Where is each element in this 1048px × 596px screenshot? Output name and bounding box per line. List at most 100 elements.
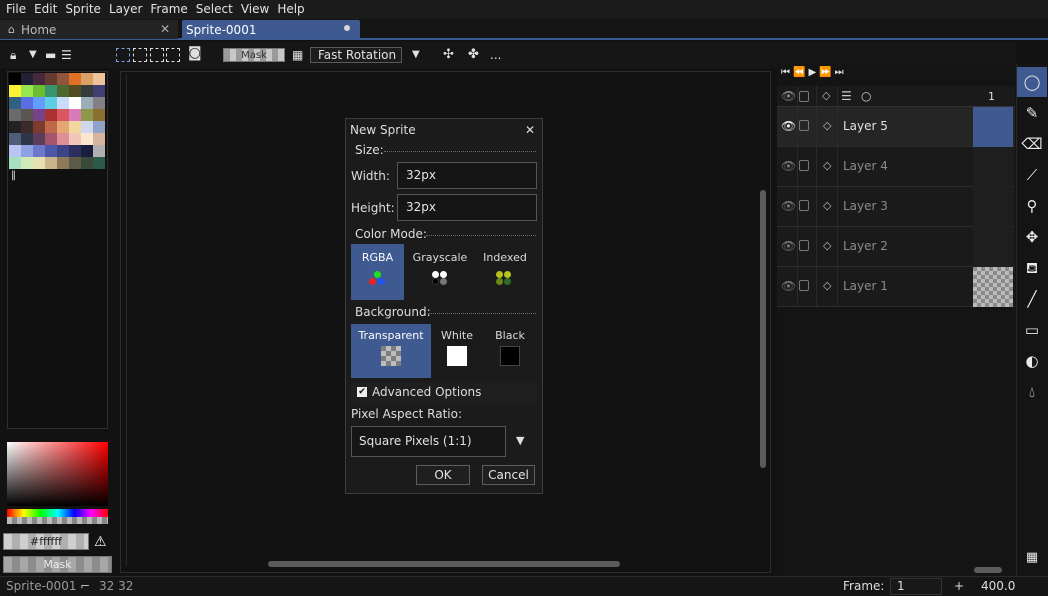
new-palette-icon[interactable]: ▬ [45,48,56,62]
pivot-icon[interactable]: ▦ [292,48,303,62]
chevron-down-icon[interactable]: ▼ [516,434,524,447]
palette-swatch[interactable] [45,133,57,145]
continuous-icon[interactable]: ◇ [823,159,831,172]
lock-icon[interactable] [799,120,809,131]
palette-swatch[interactable] [21,97,33,109]
palette-swatch[interactable] [45,97,57,109]
eye-icon[interactable]: 👁︎ [781,199,796,213]
close-icon[interactable]: ✕ [525,123,535,137]
palette-swatch[interactable] [81,145,93,157]
palette-swatch[interactable] [21,121,33,133]
continuous-icon[interactable]: ◇ [823,279,831,292]
palette-options-icon[interactable]: ☰ [61,48,72,62]
close-icon[interactable]: ✕ [160,22,170,36]
palette-swatch[interactable] [57,97,69,109]
move-tool-icon[interactable]: ✥ [1017,222,1047,252]
line-tool-icon[interactable]: ╱ [1017,284,1047,314]
palette-swatch[interactable] [81,85,93,97]
palette-swatch[interactable] [93,109,105,121]
palette-swatch[interactable] [9,133,21,145]
menu-file[interactable]: File [2,0,30,19]
palette-swatch[interactable] [57,121,69,133]
palette-swatch[interactable] [21,157,33,169]
palette-swatch[interactable] [69,157,81,169]
pencil-tool-icon[interactable]: ✎ [1017,98,1047,128]
palette-swatch[interactable] [93,73,105,85]
saturation-value-box[interactable] [7,442,108,506]
menu-select[interactable]: Select [192,0,237,19]
palette-swatch[interactable] [69,97,81,109]
cel-empty[interactable] [973,227,1013,267]
hex-color-field[interactable]: #ffffff [3,533,89,550]
palette-swatch[interactable] [81,133,93,145]
continuous-icon[interactable]: ◇ [823,119,831,132]
rotation-algorithm-select[interactable]: Fast Rotation [310,47,402,63]
palette-swatch[interactable] [93,133,105,145]
background-transparent-option[interactable]: Transparent [351,324,431,378]
cel-empty[interactable] [973,147,1013,187]
eye-icon[interactable]: 👁︎ [781,159,796,173]
warning-icon[interactable]: ⚠ [94,534,107,550]
palette-swatch[interactable] [81,73,93,85]
eye-icon[interactable]: 👁︎ [781,89,796,103]
chevron-down-icon[interactable]: ▼ [412,48,420,62]
palette-swatch[interactable] [9,73,21,85]
palette-swatch[interactable] [45,109,57,121]
ok-button[interactable]: OK [416,465,470,485]
tab-home[interactable]: ⌂ Home ✕ [0,20,178,39]
layer-row-1[interactable]: 👁︎ ◇ Layer 1 [777,267,1015,307]
eraser-tool-icon[interactable]: ⌫ [1017,129,1047,159]
subtract-selection-icon[interactable] [150,48,164,62]
palette-swatch[interactable] [21,73,33,85]
eye-icon[interactable]: 👁︎ [781,279,796,293]
palette-swatch[interactable] [57,109,69,121]
palette-swatch[interactable] [81,97,93,109]
palette-swatch[interactable] [93,145,105,157]
advanced-options-toggle[interactable]: ✔ Advanced Options [351,383,537,403]
cel-transparent[interactable] [973,267,1013,307]
blur-tool-icon[interactable]: 💧︎ [1017,377,1047,407]
palette-swatch[interactable] [45,85,57,97]
layer-row-3[interactable]: 👁︎ ◇ Layer 3 [777,187,1015,227]
modified-dot-icon[interactable] [344,25,350,31]
checkbox-checked-icon[interactable]: ✔ [357,387,367,397]
intersect-selection-icon[interactable] [166,48,180,62]
continuous-icon[interactable]: ◇ [823,239,831,252]
first-frame-icon[interactable]: ⏮ [781,67,793,78]
lock-icon[interactable] [799,200,809,211]
palette-swatch[interactable] [93,157,105,169]
onion-skin-icon[interactable]: ○ [861,89,871,103]
palette-swatch[interactable] [33,73,45,85]
palette-swatch[interactable] [9,145,21,157]
palette-swatch[interactable] [33,109,45,121]
palette-menu-icon[interactable]: ▼ [29,48,37,62]
menu-help[interactable]: Help [273,0,308,19]
menu-layer[interactable]: Layer [105,0,146,19]
color-mode-grayscale-option[interactable]: Grayscale [410,244,470,300]
dynamics-icon[interactable]: ✤ [468,48,479,62]
palette-swatch[interactable] [9,97,21,109]
add-selection-icon[interactable] [133,48,147,62]
next-frame-icon[interactable]: ⏩ [819,67,834,78]
previous-frame-icon[interactable]: ⏪ [793,67,808,78]
cel-empty[interactable] [973,187,1013,227]
pixel-ratio-select[interactable]: Square Pixels (1:1) [351,426,506,457]
palette-swatch[interactable] [33,133,45,145]
color-mode-rgba-option[interactable]: RGBA [351,244,404,300]
cel-selected[interactable] [973,107,1013,147]
transparent-color-icon[interactable]: ◙ [188,46,202,60]
paint-bucket-tool-icon[interactable]: ⛾ [1017,253,1047,283]
menu-frame[interactable]: Frame [146,0,191,19]
palette-swatch[interactable] [81,157,93,169]
palette-swatch[interactable] [21,145,33,157]
background-white-option[interactable]: White [437,324,477,378]
palette-swatch[interactable] [9,157,21,169]
menu-view[interactable]: View [237,0,273,19]
width-field[interactable]: 32px [397,162,537,189]
cancel-button[interactable]: Cancel [482,465,535,485]
lock-icon[interactable]: 🔒︎ [10,48,16,62]
palette-swatch[interactable] [33,85,45,97]
vertical-scrollbar[interactable] [760,190,766,468]
alpha-slider[interactable] [7,517,108,524]
palette-swatch[interactable] [33,121,45,133]
